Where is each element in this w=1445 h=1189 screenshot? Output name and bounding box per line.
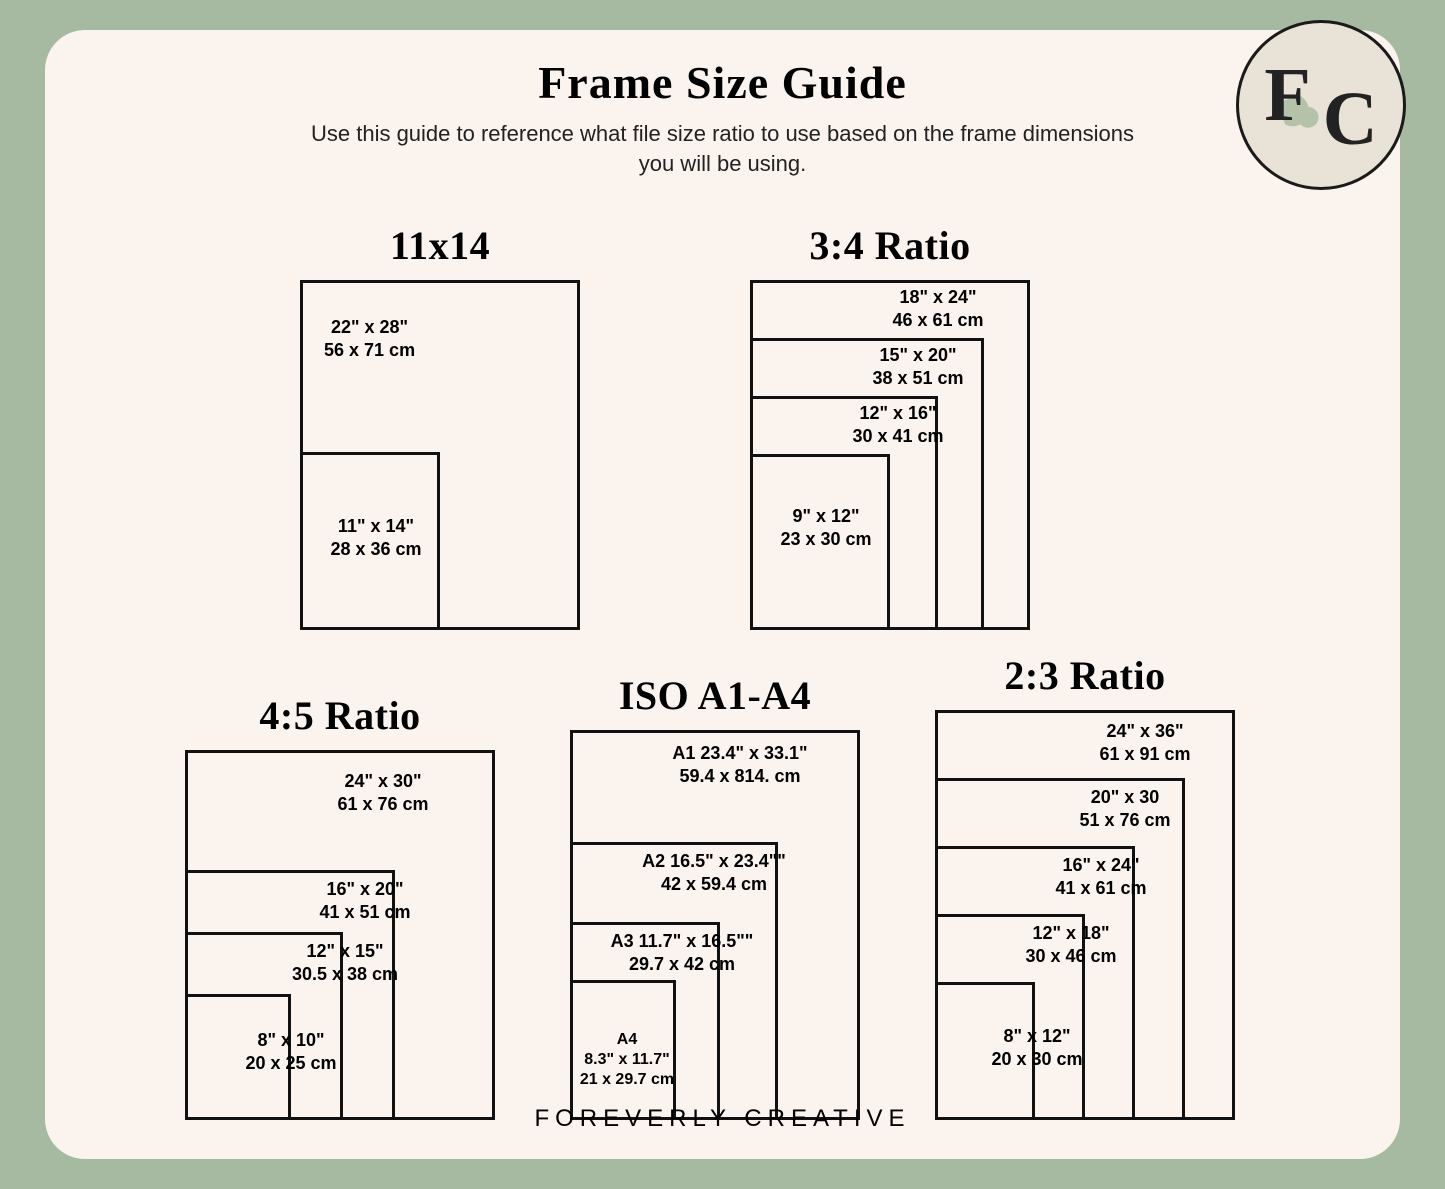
label-a1: A1 23.4" x 33.1"59.4 x 814. cm xyxy=(630,742,850,787)
label-9x12: 9" x 12"23 x 30 cm xyxy=(766,505,886,550)
label-8x12: 8" x 12"20 x 30 cm xyxy=(947,1025,1127,1070)
group-title-4-5: 4:5 Ratio xyxy=(185,692,495,739)
group-2-3: 2:3 Ratio 24" x 36"61 x 91 cm 20" x 3051… xyxy=(935,710,1235,1120)
logo-letter-c: C xyxy=(1323,81,1378,157)
group-iso: ISO A1-A4 A1 23.4" x 33.1"59.4 x 814. cm… xyxy=(570,730,860,1120)
label-a3: A3 11.7" x 16.5""29.7 x 42 cm xyxy=(572,930,792,975)
page-title: Frame Size Guide xyxy=(45,30,1400,109)
group-title-11x14: 11x14 xyxy=(300,222,580,269)
group-4-5: 4:5 Ratio 24" x 30"61 x 76 cm 16" x 20"4… xyxy=(185,750,495,1120)
label-11x14: 11" x 14"28 x 36 cm xyxy=(326,515,426,560)
label-16x24: 16" x 24"41 x 61 cm xyxy=(1021,854,1181,899)
label-12x16: 12" x 16"30 x 41 cm xyxy=(818,402,978,447)
guide-card: Frame Size Guide Use this guide to refer… xyxy=(45,30,1400,1159)
logo-letter-f: F xyxy=(1264,57,1310,133)
page-subtitle: Use this guide to reference what file si… xyxy=(303,119,1143,178)
label-12x18: 12" x 18"30 x 46 cm xyxy=(991,922,1151,967)
label-18x24: 18" x 24"46 x 61 cm xyxy=(858,286,1018,331)
label-20x30: 20" x 3051 x 76 cm xyxy=(1045,786,1205,831)
brand-logo: F C xyxy=(1236,20,1406,190)
label-24x36: 24" x 36"61 x 91 cm xyxy=(1065,720,1225,765)
label-16x20: 16" x 20"41 x 51 cm xyxy=(275,878,455,923)
label-15x20: 15" x 20"38 x 51 cm xyxy=(838,344,998,389)
label-12x15: 12" x 15"30.5 x 38 cm xyxy=(245,940,445,985)
label-24x30: 24" x 30"61 x 76 cm xyxy=(293,770,473,815)
label-a4: A4 8.3" x 11.7" 21 x 29.7 cm xyxy=(562,1030,692,1090)
footer-brand: FOREVERLY CREATIVE xyxy=(45,1105,1400,1133)
group-title-2-3: 2:3 Ratio xyxy=(935,652,1235,699)
label-a2: A2 16.5" x 23.4""42 x 59.4 cm xyxy=(604,850,824,895)
group-title-3-4: 3:4 Ratio xyxy=(750,222,1030,269)
label-22x28: 22" x 28"56 x 71 cm xyxy=(324,316,415,361)
group-title-iso: ISO A1-A4 xyxy=(570,672,860,719)
group-11x14: 11x14 22" x 28"56 x 71 cm 11" x 14"28 x … xyxy=(300,280,580,630)
label-8x10: 8" x 10"20 x 25 cm xyxy=(191,1029,391,1074)
group-3-4: 3:4 Ratio 18" x 24"46 x 61 cm 15" x 20"3… xyxy=(750,280,1030,630)
